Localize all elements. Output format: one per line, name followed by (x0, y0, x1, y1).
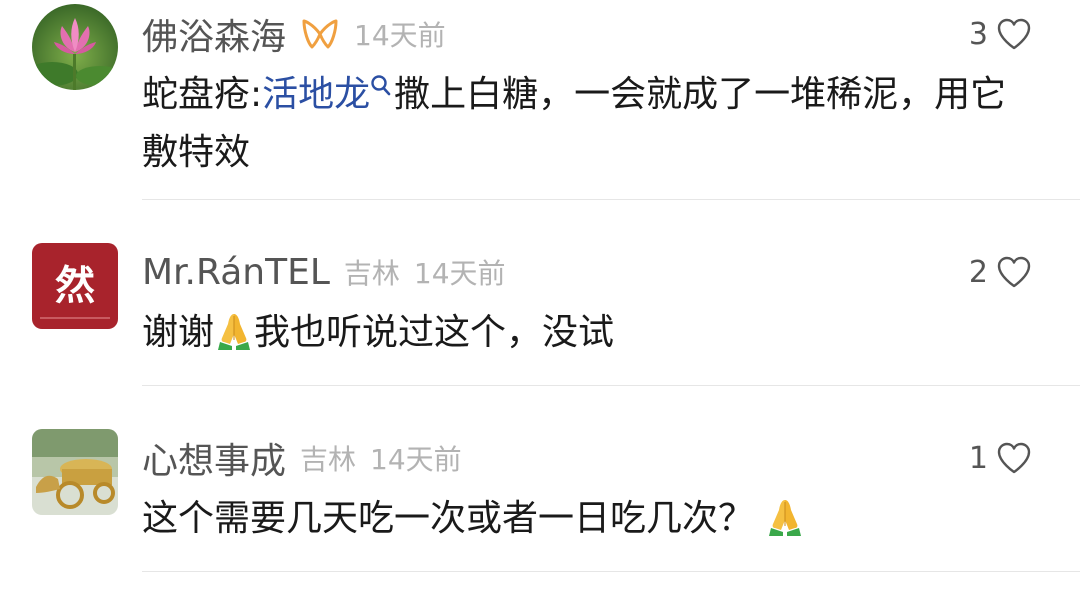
heart-icon (997, 256, 1031, 288)
avatar[interactable] (32, 4, 118, 90)
comment-text-part: 我也听说过这个，没试 (254, 312, 615, 353)
ribbon-badge-icon (302, 19, 338, 49)
comment-text-part: 蛇盘疮: (142, 74, 263, 115)
comment-item: 心想事成 吉林 14天前 1 这个需要几天吃一次或者一日吃几次？ (0, 386, 1080, 592)
comment-time: 14天前 (413, 257, 506, 290)
comment-time: 14天前 (354, 19, 446, 52)
comment-item: 佛浴森海 14天前 3 蛇盘疮:活地龙 撒上白糖，一会就成了一堆稀泥，用它敷特效 (0, 0, 1080, 200)
comment-time: 14天前 (370, 443, 462, 476)
comment-location: 吉林 (300, 443, 357, 476)
like-count: 2 (968, 254, 988, 290)
comment-header: Mr.RánTEL 吉林 14天前 (142, 248, 506, 296)
heart-icon (997, 442, 1031, 474)
like-button[interactable]: 1 (969, 434, 1032, 482)
avatar[interactable] (32, 429, 118, 515)
heart-icon (997, 18, 1031, 50)
avatar[interactable]: 然 (32, 243, 118, 329)
comment-item: 然 Mr.RánTEL 吉林 14天前 2 谢谢 我也听说过这个，没试 (0, 200, 1080, 386)
avatar-glyph: 然 (55, 262, 95, 309)
comment-text: 蛇盘疮:活地龙 撒上白糖，一会就成了一堆稀泥，用它敷特效 (142, 66, 1042, 182)
like-button[interactable]: 3 (969, 10, 1032, 58)
search-icon[interactable] (370, 74, 392, 100)
comment-text-part: 这个需要几天吃一次或者一日吃几次？ (142, 498, 755, 539)
comment-header: 心想事成 吉林 14天前 (142, 434, 462, 482)
like-button[interactable]: 2 (969, 248, 1032, 296)
comment-text: 这个需要几天吃一次或者一日吃几次？ (142, 490, 1042, 548)
like-count: 1 (968, 440, 988, 476)
calligraphy-avatar-image: 然 (32, 243, 118, 329)
comment-text-part: 谢谢 (142, 312, 215, 353)
lotus-avatar-image (32, 4, 118, 90)
praying-hands-emoji-icon (769, 500, 802, 536)
username[interactable]: 佛浴森海 (142, 8, 286, 60)
search-link[interactable]: 活地龙 (262, 74, 370, 115)
comment-location: 吉林 (343, 257, 400, 290)
username[interactable]: 心想事成 (142, 432, 286, 484)
praying-hands-emoji-icon (218, 314, 251, 350)
golden-cart-avatar-image (32, 429, 118, 515)
comment-text: 谢谢 我也听说过这个，没试 (142, 304, 1042, 362)
like-count: 3 (968, 16, 988, 52)
divider (142, 571, 1080, 572)
comment-header: 佛浴森海 14天前 (142, 10, 446, 58)
username[interactable]: Mr.RánTEL (142, 252, 330, 293)
